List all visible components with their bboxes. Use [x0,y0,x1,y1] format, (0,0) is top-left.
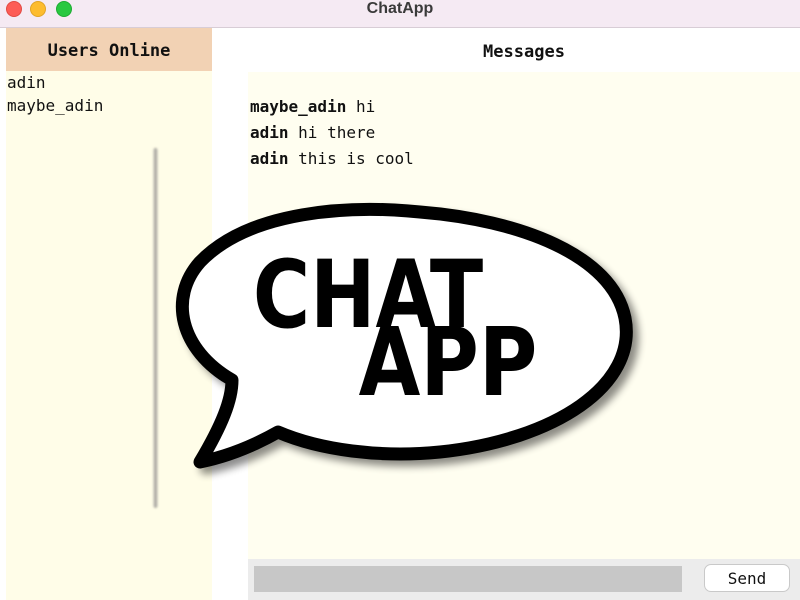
message-text: this is cool [298,149,414,168]
chat-app-window: ChatApp Users Online adin maybe_adin Mes… [0,0,800,600]
users-online-header: Users Online [6,28,212,71]
message-row: maybe_adin hi [250,94,800,120]
compose-bar: Send [248,559,800,600]
user-list-scrollbar[interactable] [153,148,158,508]
user-list-item[interactable]: maybe_adin [6,94,212,117]
user-list: adin maybe_adin [6,71,212,117]
message-author: adin [250,149,289,168]
message-text: hi there [298,123,376,142]
send-button[interactable]: Send [704,564,790,592]
message-input[interactable] [254,566,682,592]
messages-panel: maybe_adin hi adin hi there adin this is… [248,72,800,559]
title-bar: ChatApp [0,0,800,28]
message-row: adin this is cool [250,146,800,172]
users-online-panel: Users Online adin maybe_adin [6,28,212,600]
message-text: hi [355,97,376,116]
user-list-item[interactable]: adin [6,71,212,94]
message-author: adin [250,123,289,142]
messages-list: maybe_adin hi adin hi there adin this is… [248,72,800,172]
messages-title: Messages [483,42,565,62]
message-author: maybe_adin [250,97,347,116]
window-title: ChatApp [366,0,434,17]
message-row: adin hi there [250,120,800,146]
